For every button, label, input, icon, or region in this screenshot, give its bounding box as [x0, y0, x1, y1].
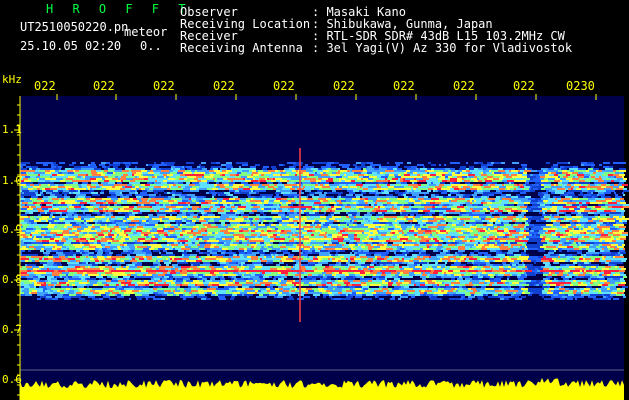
x-tick-label: 022	[213, 79, 235, 93]
x-tick-label: 022	[513, 79, 535, 93]
x-tick-label: 022	[93, 79, 115, 93]
y-tick-label: 0.8	[2, 273, 22, 286]
y-tick-label: 0.6	[2, 373, 22, 386]
y-tick-label: 0.7	[2, 323, 22, 336]
x-tick-label: 022	[333, 79, 355, 93]
x-tick-label: 022	[453, 79, 475, 93]
datetime-label: 25.10.05 02:20	[20, 39, 122, 53]
y-tick-label: 0.9	[2, 223, 22, 236]
x-tick-label: 022	[34, 79, 56, 93]
spectrogram-plot	[14, 94, 629, 400]
counter-label: 0..	[140, 39, 162, 53]
x-tick-label: 022	[273, 79, 295, 93]
type-label: meteor	[124, 25, 168, 39]
y-axis-unit: kHz	[2, 73, 22, 86]
y-tick-label: 1.0	[2, 174, 22, 187]
filename-label: UT2510050220.pn	[20, 20, 129, 34]
info-value-antenna: : 3el Yagi(V) Az 330 for Vladivostok	[312, 41, 573, 55]
y-tick-label: 1.1	[2, 123, 22, 136]
app-title: H R O F F T	[46, 2, 192, 16]
x-tick-label: 022	[153, 79, 175, 93]
info-label-antenna: Receiving Antenna	[180, 41, 303, 55]
x-tick-label: 0230	[566, 79, 595, 93]
x-tick-label: 022	[393, 79, 415, 93]
